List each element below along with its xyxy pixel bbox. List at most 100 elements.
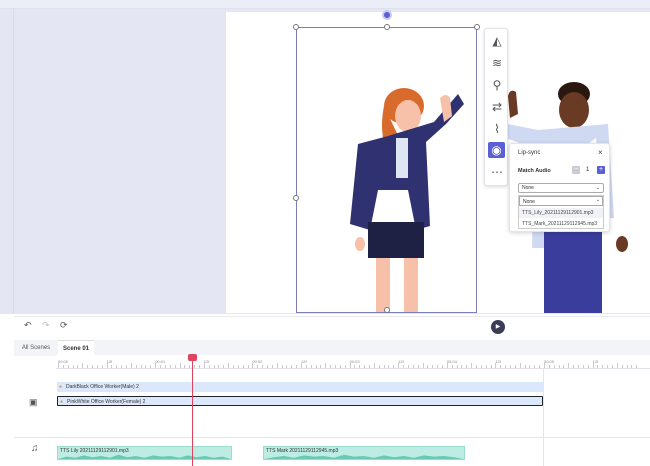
ruler-tick [301,363,302,368]
ruler-tick [373,363,375,368]
ruler-tick [140,365,142,368]
play-button[interactable]: ▶ [491,320,505,334]
ruler-tick [266,365,268,368]
ruler-tick [203,363,205,368]
ruler-tick [422,363,424,368]
motion-path-icon[interactable]: ⌇ [486,120,508,138]
ruler-tick [480,365,482,368]
playback-controls: ↶ ↷ ⟳ ▶ [14,316,650,338]
ruler-tick [441,365,443,368]
person-icon: ● [60,399,64,405]
ruler-tick [446,363,448,368]
ruler-tick [553,365,555,368]
ruler-tick [237,365,239,368]
ruler-tick [67,365,69,368]
ruler-tick [291,365,293,368]
tab-all-scenes[interactable]: All Scenes [18,340,54,356]
ruler-tick [626,365,628,368]
audio-select[interactable]: None ⌄ [518,183,604,193]
ruler-tick [388,365,390,368]
female-track-clip[interactable]: ● PinkWhite Office Worker(Female) 2 [57,396,543,406]
ruler-tick [121,365,123,368]
ruler-tick [58,363,59,368]
ruler-tick [223,365,225,368]
waveform [58,454,231,459]
resize-handle[interactable] [384,24,390,30]
ruler-tick [427,365,429,368]
resize-handle[interactable] [474,24,480,30]
resize-handle[interactable] [293,24,299,30]
lip-sync-title: Lip-sync [518,150,541,156]
undo-icon[interactable]: ↶ [24,320,32,331]
track-divider [14,437,650,438]
ruler-tick [349,363,351,368]
ruler-tick [87,365,89,368]
ruler-tick [305,365,307,368]
animation-icon[interactable]: ⚲ [486,76,508,94]
ruler-tick [616,363,618,368]
ruler-tick [451,365,453,368]
ruler-tick [582,365,584,368]
ruler-tick [378,365,380,368]
male-track-clip[interactable]: ● DarkBlack Office Worker(Male) 2 [57,382,544,392]
ruler-tick [475,365,477,368]
increment-button[interactable]: + [597,166,605,174]
resize-handle[interactable] [384,307,390,313]
more-icon[interactable]: ⋯ [486,163,508,181]
decrement-button[interactable]: − [572,166,580,174]
dropdown-option[interactable]: TTS_Mark_20211129112945.mp3 [519,219,603,229]
dropdown-option[interactable]: None [519,196,603,206]
ruler-tick [62,365,64,368]
ruler-tick [631,365,633,368]
ruler-tick [111,365,113,368]
audio-clip-lily[interactable]: TTS Lily 20211129112901.mp3 [57,446,232,460]
ruler-label: 00:02 [252,359,263,364]
ruler-tick [597,365,599,368]
tab-scene-01[interactable]: Scene 01 [58,340,94,356]
lip-sync-icon[interactable]: ◉ [488,142,505,158]
ruler-tick [130,363,132,368]
lip-sync-panel: Lip-sync × Match Audio − 1 + None ⌄ None… [509,143,610,232]
ruler-tick [208,365,210,368]
person-icon: ● [59,384,63,390]
ruler-tick [242,365,244,368]
ruler-tick [198,365,200,368]
swap-icon[interactable]: ⇄ [486,98,508,116]
ruler-tick [150,365,152,368]
ruler-tick [286,365,288,368]
ruler-tick [403,365,405,368]
ruler-tick [461,365,463,368]
ruler-tick [558,365,560,368]
layers-icon[interactable]: ≋ [486,54,508,72]
ruler-tick [393,365,395,368]
reset-icon[interactable]: ⟳ [60,320,68,331]
ruler-tick [257,365,259,368]
playhead[interactable] [192,354,193,466]
close-icon[interactable]: × [598,148,603,157]
ruler-tick [218,365,220,368]
ruler-tick [96,365,98,368]
ruler-tick [369,365,371,368]
ruler-label: 00:05 [544,359,555,364]
dropdown-option[interactable]: TTS_Lily_20211129112901.mp3 [519,208,603,218]
ruler-tick [169,365,171,368]
ruler-tick [315,365,317,368]
ruler-tick [344,365,346,368]
time-ruler[interactable]: 00:00 12f 00:01 12f 00:02 12f 00:03 12f 00:04 12f… [56,355,650,369]
ruler-tick [471,363,473,368]
scene-tabs: All Scenes Scene 01 [14,340,650,356]
redo-icon[interactable]: ↷ [42,320,50,331]
ruler-tick [548,365,550,368]
playhead-handle[interactable] [188,354,197,361]
ruler-tick [82,363,84,368]
ruler-tick [354,365,356,368]
ruler-tick [174,365,176,368]
ruler-tick [592,363,594,368]
audio-clip-mark[interactable]: TTS Mark 20211129112945.mp3 [263,446,465,460]
ruler-tick [179,363,181,368]
rotate-handle[interactable] [382,10,392,20]
match-audio-label: Match Audio [518,168,551,174]
resize-handle[interactable] [293,195,299,201]
ruler-tick [145,365,147,368]
flip-icon[interactable]: ◭ [486,32,508,50]
